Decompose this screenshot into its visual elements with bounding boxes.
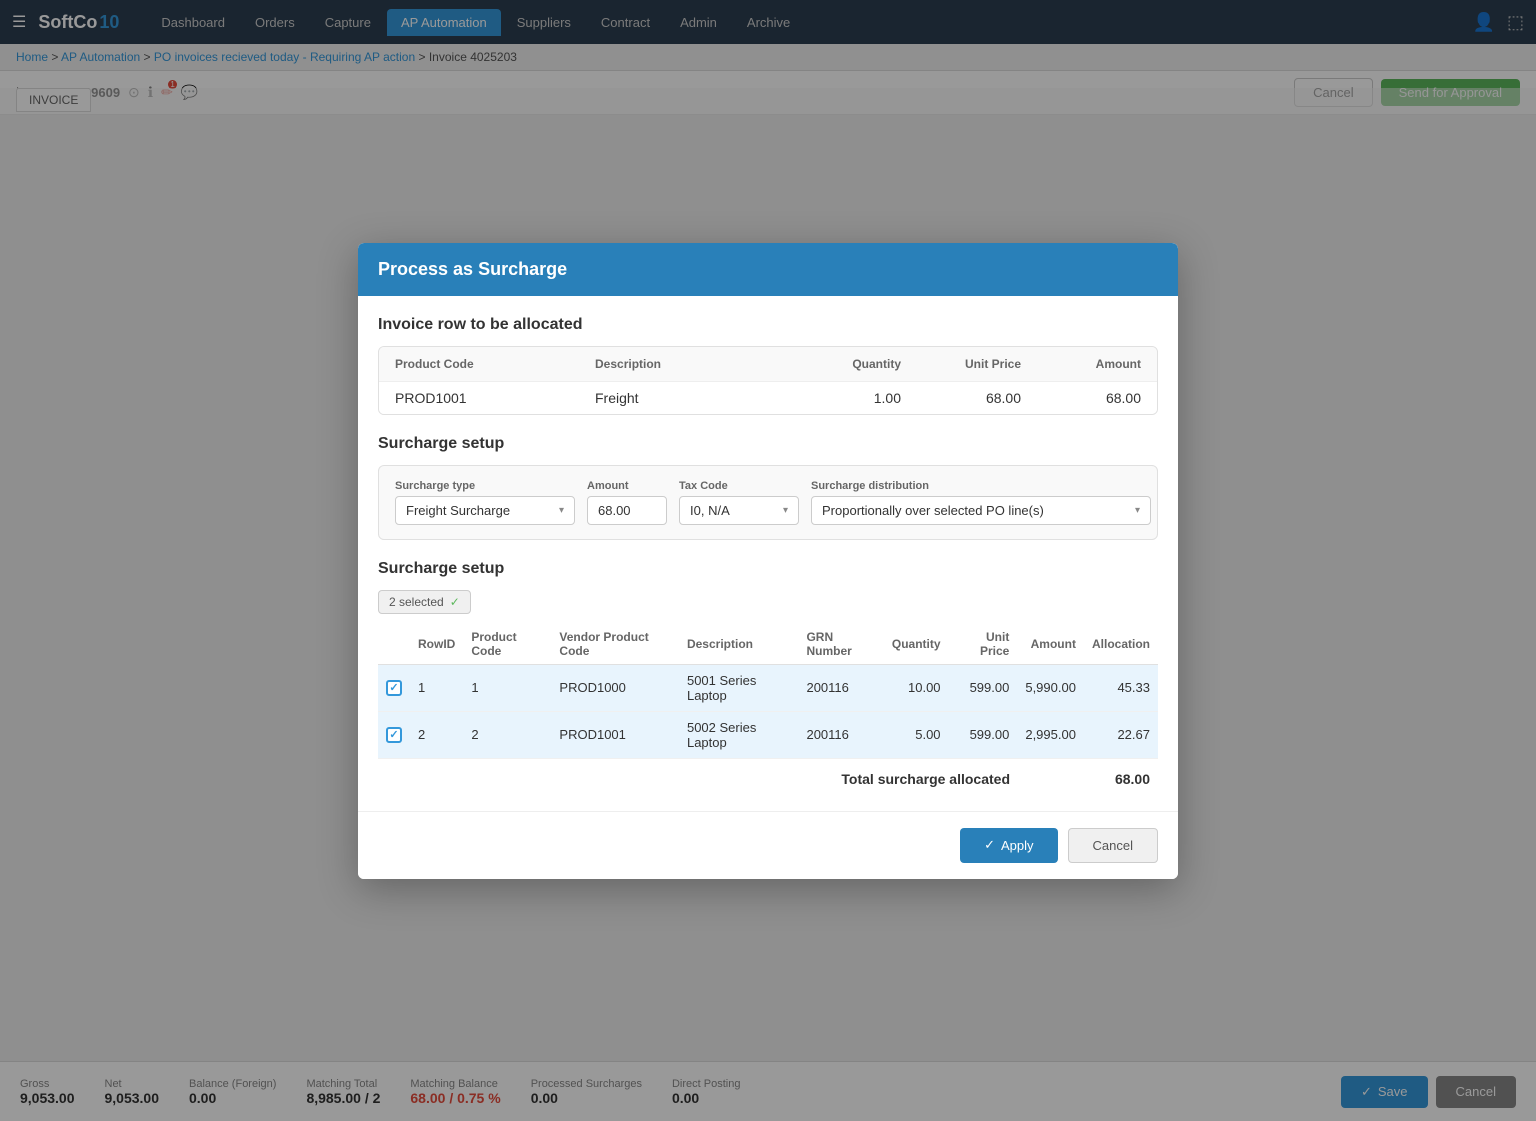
row2-grn: 200116 <box>798 711 883 758</box>
cancel-modal-button[interactable]: Cancel <box>1068 828 1158 863</box>
row1-unit-price: 599.00 <box>949 664 1018 711</box>
selected-count: 2 selected <box>389 595 444 609</box>
distribution-label: Surcharge distribution <box>811 480 1151 492</box>
inv-product-code: PROD1001 <box>395 390 595 406</box>
total-surcharge-label: Total surcharge allocated <box>841 771 1010 787</box>
row2-vendor-product-code: PROD1001 <box>551 711 679 758</box>
check-icon: ✓ <box>389 681 398 694</box>
row1-grn: 200116 <box>798 664 883 711</box>
header-product-code: Product Code <box>395 357 595 371</box>
row1-checkbox[interactable]: ✓ <box>386 680 402 696</box>
row2-checkbox-cell: ✓ <box>378 711 410 758</box>
row1-product-code: 1 <box>463 664 551 711</box>
apply-button[interactable]: ✓ Apply <box>960 828 1057 863</box>
th-allocation: Allocation <box>1084 624 1158 665</box>
checkmark-icon: ✓ <box>984 837 995 853</box>
tax-code-group: Tax Code I0, N/A ▾ <box>679 480 799 525</box>
invoice-row-section-title: Invoice row to be allocated <box>378 316 1158 334</box>
chevron-down-icon: ▾ <box>559 505 564 516</box>
table-row: ✓ 2 2 PROD1001 5002 Series Laptop 200116… <box>378 711 1158 758</box>
surcharge-type-group: Surcharge type Freight Surcharge ▾ <box>395 480 575 525</box>
surcharge-fields: Surcharge type Freight Surcharge ▾ Amoun… <box>395 480 1141 525</box>
row1-description: 5001 Series Laptop <box>679 664 799 711</box>
total-surcharge-value: 68.00 <box>1090 771 1150 787</box>
distribution-group: Surcharge distribution Proportionally ov… <box>811 480 1151 525</box>
row1-allocation: 45.33 <box>1084 664 1158 711</box>
inv-quantity: 1.00 <box>781 390 901 406</box>
po-lines-table: RowID Product Code Vendor Product Code D… <box>378 624 1158 759</box>
inv-amount: 68.00 <box>1021 390 1141 406</box>
amount-input[interactable] <box>587 496 667 525</box>
modal-header: Process as Surcharge <box>358 243 1178 296</box>
modal-footer: ✓ Apply Cancel <box>358 811 1178 879</box>
tax-code-label: Tax Code <box>679 480 799 492</box>
surcharge-type-label: Surcharge type <box>395 480 575 492</box>
header-amount: Amount <box>1021 357 1141 371</box>
modal-overlay: Process as Surcharge Invoice row to be a… <box>0 0 1536 1121</box>
row1-quantity: 10.00 <box>884 664 949 711</box>
th-unit-price: Unit Price <box>949 624 1018 665</box>
chevron-down-icon: ▾ <box>1135 505 1140 516</box>
row1-checkbox-cell: ✓ <box>378 664 410 711</box>
chevron-down-icon: ▾ <box>783 505 788 516</box>
checkmark-icon: ✓ <box>450 595 460 609</box>
amount-label: Amount <box>587 480 667 492</box>
modal-body: Invoice row to be allocated Product Code… <box>358 296 1178 811</box>
invoice-row-header: Product Code Description Quantity Unit P… <box>379 347 1157 381</box>
surcharge-setup-box: Surcharge type Freight Surcharge ▾ Amoun… <box>378 465 1158 540</box>
modal-title: Process as Surcharge <box>378 259 567 279</box>
surcharge-setup2-title: Surcharge setup <box>378 560 1158 578</box>
row1-amount: 5,990.00 <box>1017 664 1084 711</box>
distribution-select[interactable]: Proportionally over selected PO line(s) … <box>811 496 1151 525</box>
row2-id: 2 <box>410 711 463 758</box>
po-table-header: RowID Product Code Vendor Product Code D… <box>378 624 1158 665</box>
selected-badge[interactable]: 2 selected ✓ <box>378 590 471 614</box>
amount-group: Amount <box>587 480 667 525</box>
row2-amount: 2,995.00 <box>1017 711 1084 758</box>
th-vendor-product-code: Vendor Product Code <box>551 624 679 665</box>
header-description: Description <box>595 357 781 371</box>
row1-id: 1 <box>410 664 463 711</box>
row2-quantity: 5.00 <box>884 711 949 758</box>
process-surcharge-modal: Process as Surcharge Invoice row to be a… <box>358 243 1178 879</box>
total-row: Total surcharge allocated 68.00 <box>378 759 1158 791</box>
invoice-row-data: PROD1001 Freight 1.00 68.00 68.00 <box>379 381 1157 414</box>
po-table-body: ✓ 1 1 PROD1000 5001 Series Laptop 200116… <box>378 664 1158 758</box>
header-unit-price: Unit Price <box>901 357 1021 371</box>
tax-code-select[interactable]: I0, N/A ▾ <box>679 496 799 525</box>
inv-unit-price: 68.00 <box>901 390 1021 406</box>
th-row-id: RowID <box>410 624 463 665</box>
row2-allocation: 22.67 <box>1084 711 1158 758</box>
row2-unit-price: 599.00 <box>949 711 1018 758</box>
th-checkbox <box>378 624 410 665</box>
th-amount: Amount <box>1017 624 1084 665</box>
th-grn-number: GRN Number <box>798 624 883 665</box>
row2-checkbox[interactable]: ✓ <box>386 727 402 743</box>
table-row: ✓ 1 1 PROD1000 5001 Series Laptop 200116… <box>378 664 1158 711</box>
check-icon: ✓ <box>389 728 398 741</box>
th-product-code: Product Code <box>463 624 551 665</box>
invoice-row-table: Product Code Description Quantity Unit P… <box>378 346 1158 415</box>
surcharge-setup1-title: Surcharge setup <box>378 435 1158 453</box>
surcharge-type-select[interactable]: Freight Surcharge ▾ <box>395 496 575 525</box>
inv-description: Freight <box>595 390 781 406</box>
row1-vendor-product-code: PROD1000 <box>551 664 679 711</box>
th-description: Description <box>679 624 799 665</box>
row2-product-code: 2 <box>463 711 551 758</box>
header-quantity: Quantity <box>781 357 901 371</box>
th-quantity: Quantity <box>884 624 949 665</box>
row2-description: 5002 Series Laptop <box>679 711 799 758</box>
